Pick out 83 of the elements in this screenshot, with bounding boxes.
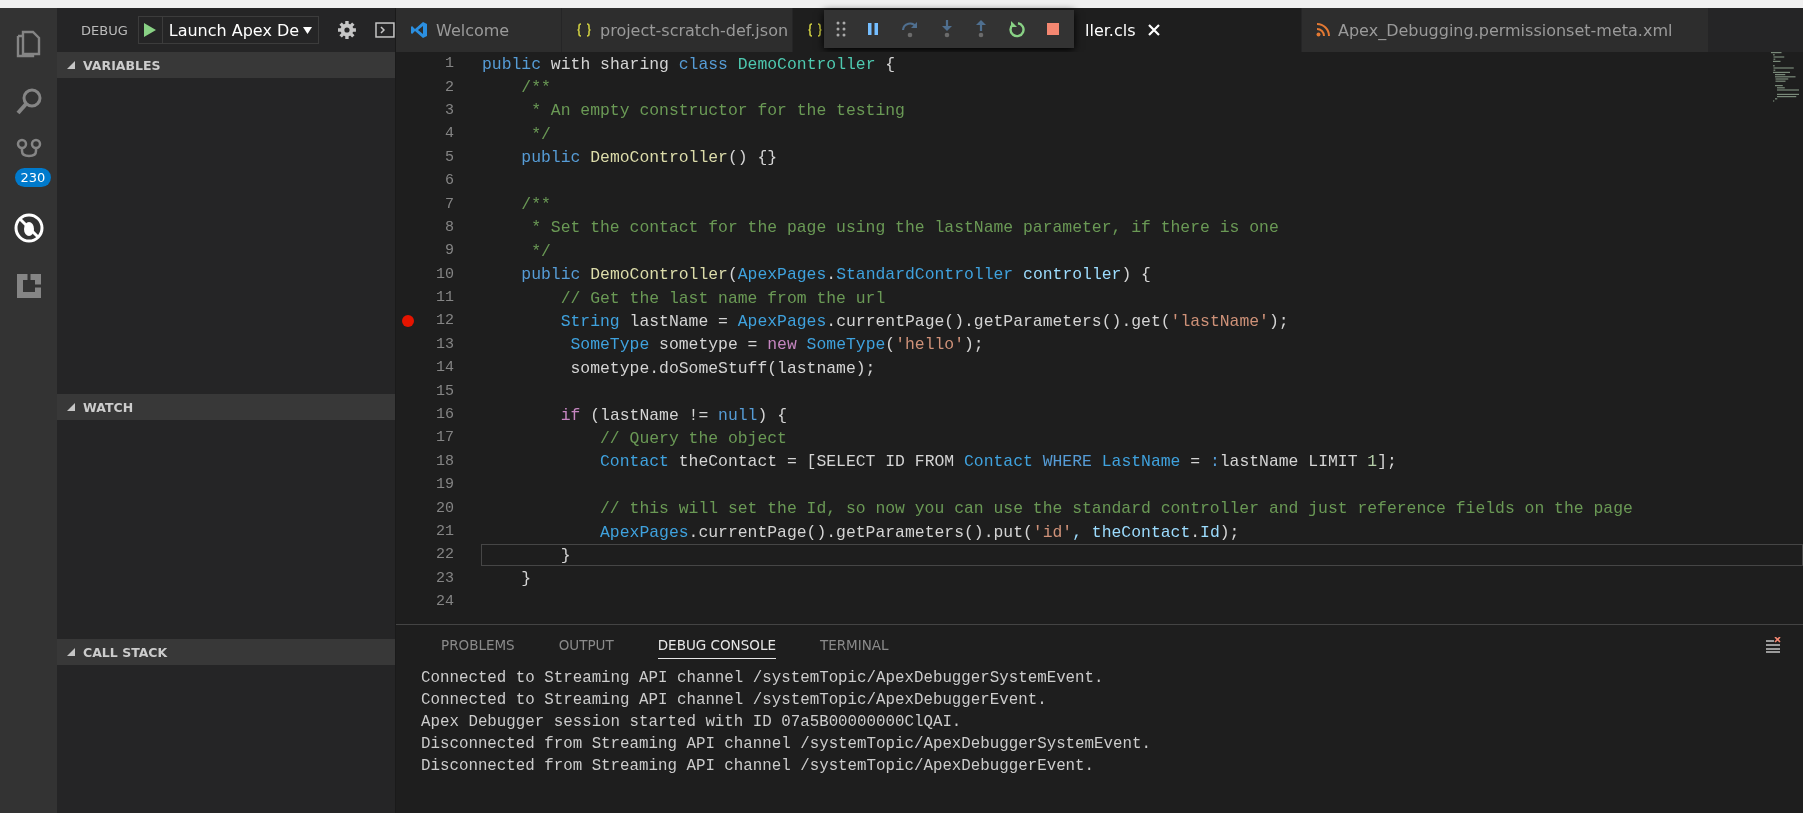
caret-icon [303, 26, 313, 34]
line-number: 22 [435, 546, 454, 564]
line-number: 11 [435, 289, 454, 307]
step-out-icon[interactable] [974, 20, 988, 38]
line-number: 3 [444, 101, 454, 119]
line-number: 13 [435, 335, 454, 353]
section-header[interactable]: CALL STACK [57, 639, 395, 665]
close-icon[interactable] [1147, 24, 1160, 36]
editor-tab[interactable]: Welcome [396, 8, 562, 52]
panel-tab[interactable]: OUTPUT [558, 631, 614, 659]
step-over-icon[interactable] [900, 20, 920, 38]
panel-tab[interactable]: DEBUG CONSOLE [657, 631, 776, 659]
stop-icon[interactable] [1046, 22, 1060, 36]
line-number: 20 [435, 499, 454, 517]
code-line: String lastName = ApexPages.currentPage().getParameters().get('lastName'); [559, 311, 1290, 332]
line-number: 6 [444, 172, 454, 190]
line-number: 10 [435, 265, 454, 283]
code-line: * Set the contact for the page using the lastName parameter, if there is one [530, 217, 1280, 239]
panel-tab[interactable]: PROBLEMS [441, 631, 515, 659]
clear-console-icon[interactable] [1765, 637, 1781, 653]
line-number: 5 [444, 148, 454, 166]
pause-icon[interactable] [866, 22, 880, 36]
code-line: ApexPages.currentPage().getParameters().put('id', theContact.Id); [599, 521, 1241, 543]
editor-tab[interactable]: Apex_Debugging.permissionset-meta.xml [1302, 8, 1710, 52]
line-number: 18 [435, 452, 454, 470]
change-count-badge: 230 [14, 168, 52, 187]
braces-icon [807, 23, 823, 37]
debug-title: DEBUG [81, 22, 128, 38]
line-number: 4 [444, 125, 454, 143]
code-line: */ [530, 240, 552, 262]
code-line: if (lastName != null) { [559, 404, 788, 426]
panel-tab[interactable]: TERMINAL [819, 631, 889, 659]
code-line: } [520, 568, 533, 590]
breakpoint-icon[interactable] [402, 315, 414, 327]
feed-icon [1316, 23, 1330, 37]
line-number: 14 [435, 359, 454, 377]
line-number: 17 [435, 429, 454, 447]
minimap-drawing [1769, 52, 1799, 104]
section-header[interactable]: VARIABLES [57, 52, 395, 78]
code-line: /** [520, 194, 552, 216]
ribbon-logo-icon [410, 21, 428, 39]
code-line: Contact theContact = [SELECT ID FROM Contact WHERE LastName = :lastName LIMIT 1]; [599, 451, 1398, 473]
console-line: Apex Debugger session started with ID 07a5B00000000ClQAI. [421, 712, 963, 733]
console-line: Disconnected from Streaming API channel /systemTopic/ApexDebuggerSystemEvent. [421, 734, 1152, 755]
play-icon [144, 23, 157, 37]
code-line: // Get the last name from the url [559, 287, 887, 309]
line-number: 16 [435, 406, 454, 424]
line-number: 7 [444, 195, 454, 213]
code-line: public DemoController() {} [520, 147, 779, 169]
code-line: * An empty constructor for the testing [530, 100, 906, 122]
settings-icon[interactable] [337, 20, 358, 40]
restart-icon[interactable] [1008, 20, 1026, 38]
line-number: 15 [435, 382, 454, 400]
console-line: Disconnected from Streaming API channel /systemTopic/ApexDebuggerEvent. [421, 756, 1096, 777]
no-bug-icon[interactable] [12, 212, 45, 244]
line-number: 12 [435, 312, 454, 330]
code-line: */ [530, 123, 552, 145]
line-number: 24 [435, 593, 454, 611]
editor-tab[interactable]: project-scratch-def.json [562, 8, 793, 52]
section-header[interactable]: WATCH [57, 394, 395, 420]
code-line: public DemoController(ApexPages.StandardController controller) { [520, 264, 1152, 286]
line-number: 9 [444, 242, 454, 260]
step-into-icon[interactable] [940, 20, 954, 38]
console-line: Connected to Streaming API channel /systemTopic/ApexDebuggerSystemEvent. [421, 668, 1105, 689]
triangle-icon [67, 61, 75, 69]
code-line: /** [520, 77, 552, 99]
line-number: 23 [435, 569, 454, 587]
code-line: public with sharing class DemoController { [481, 53, 897, 75]
triangle-icon [67, 648, 75, 656]
line-number: 8 [444, 218, 454, 236]
triangle-icon [67, 403, 75, 411]
line-number: 19 [435, 476, 454, 494]
code-line: SomeType sometype = new SomeType('hello'); [569, 334, 985, 356]
console-line: Connected to Streaming API channel /systemTopic/ApexDebuggerEvent. [421, 690, 1048, 711]
code-line: // Query the object [599, 427, 788, 449]
line-number: 2 [444, 78, 454, 96]
line-number: 21 [435, 523, 454, 540]
drag-handle-icon[interactable] [836, 21, 846, 37]
line-number: 1 [444, 55, 454, 73]
code-line: // this will set the Id, so now you can use the standard controller and just reference fields on the page [599, 498, 1634, 520]
terminal-icon[interactable] [375, 22, 395, 38]
braces-icon [576, 23, 592, 37]
code-line: sometype.doSomeStuff(lastname); [569, 357, 877, 379]
